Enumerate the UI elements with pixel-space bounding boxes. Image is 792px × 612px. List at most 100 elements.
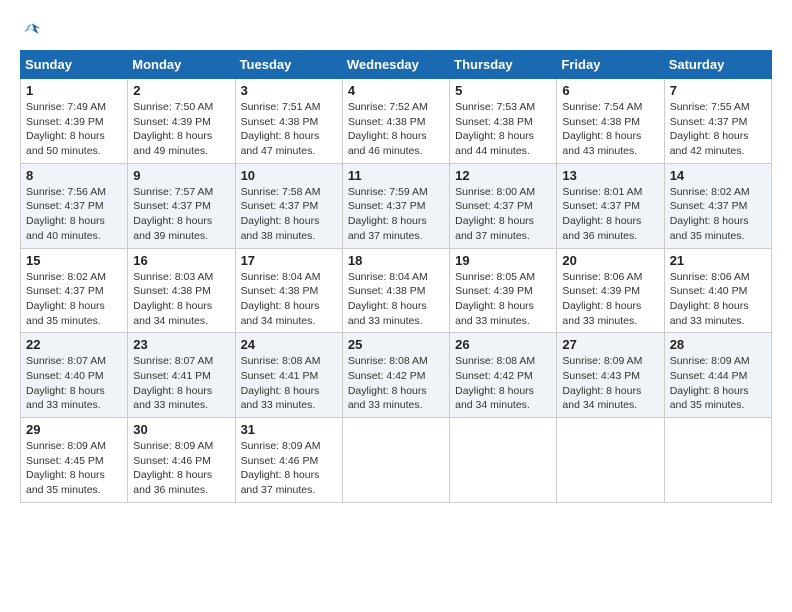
calendar-cell: 8 Sunrise: 7:56 AMSunset: 4:37 PMDayligh… [21,163,128,248]
weekday-header: Thursday [450,51,557,79]
day-number: 25 [348,337,444,352]
day-info: Sunrise: 8:05 AMSunset: 4:39 PMDaylight:… [455,271,535,327]
day-info: Sunrise: 7:56 AMSunset: 4:37 PMDaylight:… [26,186,106,242]
day-info: Sunrise: 8:02 AMSunset: 4:37 PMDaylight:… [670,186,750,242]
day-info: Sunrise: 8:03 AMSunset: 4:38 PMDaylight:… [133,271,213,327]
day-number: 23 [133,337,229,352]
calendar-cell: 3 Sunrise: 7:51 AMSunset: 4:38 PMDayligh… [235,79,342,164]
calendar-body: 1 Sunrise: 7:49 AMSunset: 4:39 PMDayligh… [21,79,772,503]
calendar-header-row: SundayMondayTuesdayWednesdayThursdayFrid… [21,51,772,79]
calendar-cell: 1 Sunrise: 7:49 AMSunset: 4:39 PMDayligh… [21,79,128,164]
calendar-cell: 14 Sunrise: 8:02 AMSunset: 4:37 PMDaylig… [664,163,771,248]
day-number: 4 [348,83,444,98]
calendar-cell: 6 Sunrise: 7:54 AMSunset: 4:38 PMDayligh… [557,79,664,164]
day-number: 6 [562,83,658,98]
day-info: Sunrise: 7:57 AMSunset: 4:37 PMDaylight:… [133,186,213,242]
day-info: Sunrise: 8:08 AMSunset: 4:42 PMDaylight:… [455,355,535,411]
page-header [20,20,772,40]
calendar-week-row: 1 Sunrise: 7:49 AMSunset: 4:39 PMDayligh… [21,79,772,164]
weekday-header: Sunday [21,51,128,79]
day-info: Sunrise: 8:09 AMSunset: 4:44 PMDaylight:… [670,355,750,411]
calendar-cell: 30 Sunrise: 8:09 AMSunset: 4:46 PMDaylig… [128,418,235,503]
calendar-cell: 28 Sunrise: 8:09 AMSunset: 4:44 PMDaylig… [664,333,771,418]
day-number: 9 [133,168,229,183]
day-number: 10 [241,168,337,183]
day-number: 5 [455,83,551,98]
calendar-cell: 31 Sunrise: 8:09 AMSunset: 4:46 PMDaylig… [235,418,342,503]
day-number: 20 [562,253,658,268]
day-number: 31 [241,422,337,437]
calendar-cell: 22 Sunrise: 8:07 AMSunset: 4:40 PMDaylig… [21,333,128,418]
calendar-week-row: 29 Sunrise: 8:09 AMSunset: 4:45 PMDaylig… [21,418,772,503]
day-info: Sunrise: 8:01 AMSunset: 4:37 PMDaylight:… [562,186,642,242]
calendar-cell: 13 Sunrise: 8:01 AMSunset: 4:37 PMDaylig… [557,163,664,248]
day-info: Sunrise: 7:51 AMSunset: 4:38 PMDaylight:… [241,101,321,157]
day-info: Sunrise: 8:08 AMSunset: 4:42 PMDaylight:… [348,355,428,411]
day-info: Sunrise: 8:06 AMSunset: 4:39 PMDaylight:… [562,271,642,327]
day-info: Sunrise: 7:55 AMSunset: 4:37 PMDaylight:… [670,101,750,157]
day-number: 22 [26,337,122,352]
day-info: Sunrise: 8:09 AMSunset: 4:46 PMDaylight:… [241,440,321,496]
day-number: 15 [26,253,122,268]
day-number: 8 [26,168,122,183]
calendar-cell: 26 Sunrise: 8:08 AMSunset: 4:42 PMDaylig… [450,333,557,418]
day-number: 26 [455,337,551,352]
day-number: 11 [348,168,444,183]
calendar-cell: 16 Sunrise: 8:03 AMSunset: 4:38 PMDaylig… [128,248,235,333]
weekday-header: Monday [128,51,235,79]
day-info: Sunrise: 7:54 AMSunset: 4:38 PMDaylight:… [562,101,642,157]
calendar-cell [450,418,557,503]
day-number: 19 [455,253,551,268]
weekday-header: Tuesday [235,51,342,79]
day-number: 2 [133,83,229,98]
calendar-cell: 7 Sunrise: 7:55 AMSunset: 4:37 PMDayligh… [664,79,771,164]
day-info: Sunrise: 7:49 AMSunset: 4:39 PMDaylight:… [26,101,106,157]
weekday-header: Friday [557,51,664,79]
day-number: 13 [562,168,658,183]
logo [20,20,44,40]
calendar-cell: 11 Sunrise: 7:59 AMSunset: 4:37 PMDaylig… [342,163,449,248]
day-info: Sunrise: 8:07 AMSunset: 4:40 PMDaylight:… [26,355,106,411]
calendar-cell: 25 Sunrise: 8:08 AMSunset: 4:42 PMDaylig… [342,333,449,418]
calendar-cell: 12 Sunrise: 8:00 AMSunset: 4:37 PMDaylig… [450,163,557,248]
day-number: 21 [670,253,766,268]
calendar-cell: 20 Sunrise: 8:06 AMSunset: 4:39 PMDaylig… [557,248,664,333]
day-number: 16 [133,253,229,268]
day-number: 30 [133,422,229,437]
day-info: Sunrise: 7:58 AMSunset: 4:37 PMDaylight:… [241,186,321,242]
calendar-cell: 4 Sunrise: 7:52 AMSunset: 4:38 PMDayligh… [342,79,449,164]
day-info: Sunrise: 8:07 AMSunset: 4:41 PMDaylight:… [133,355,213,411]
day-number: 24 [241,337,337,352]
day-number: 7 [670,83,766,98]
day-info: Sunrise: 8:02 AMSunset: 4:37 PMDaylight:… [26,271,106,327]
calendar-week-row: 22 Sunrise: 8:07 AMSunset: 4:40 PMDaylig… [21,333,772,418]
day-number: 14 [670,168,766,183]
day-info: Sunrise: 7:59 AMSunset: 4:37 PMDaylight:… [348,186,428,242]
day-number: 29 [26,422,122,437]
calendar-cell: 19 Sunrise: 8:05 AMSunset: 4:39 PMDaylig… [450,248,557,333]
calendar-cell [664,418,771,503]
day-info: Sunrise: 8:09 AMSunset: 4:45 PMDaylight:… [26,440,106,496]
day-info: Sunrise: 8:06 AMSunset: 4:40 PMDaylight:… [670,271,750,327]
calendar-cell: 24 Sunrise: 8:08 AMSunset: 4:41 PMDaylig… [235,333,342,418]
calendar-cell: 27 Sunrise: 8:09 AMSunset: 4:43 PMDaylig… [557,333,664,418]
logo-bird-icon [22,20,42,40]
calendar-week-row: 15 Sunrise: 8:02 AMSunset: 4:37 PMDaylig… [21,248,772,333]
day-info: Sunrise: 7:50 AMSunset: 4:39 PMDaylight:… [133,101,213,157]
calendar-cell: 9 Sunrise: 7:57 AMSunset: 4:37 PMDayligh… [128,163,235,248]
day-number: 12 [455,168,551,183]
day-info: Sunrise: 8:04 AMSunset: 4:38 PMDaylight:… [348,271,428,327]
calendar-cell [557,418,664,503]
calendar-cell: 29 Sunrise: 8:09 AMSunset: 4:45 PMDaylig… [21,418,128,503]
calendar-cell: 10 Sunrise: 7:58 AMSunset: 4:37 PMDaylig… [235,163,342,248]
weekday-header: Wednesday [342,51,449,79]
calendar-cell [342,418,449,503]
weekday-header: Saturday [664,51,771,79]
calendar-cell: 17 Sunrise: 8:04 AMSunset: 4:38 PMDaylig… [235,248,342,333]
day-info: Sunrise: 7:53 AMSunset: 4:38 PMDaylight:… [455,101,535,157]
day-info: Sunrise: 7:52 AMSunset: 4:38 PMDaylight:… [348,101,428,157]
day-info: Sunrise: 8:09 AMSunset: 4:46 PMDaylight:… [133,440,213,496]
calendar-cell: 2 Sunrise: 7:50 AMSunset: 4:39 PMDayligh… [128,79,235,164]
calendar-cell: 5 Sunrise: 7:53 AMSunset: 4:38 PMDayligh… [450,79,557,164]
calendar-cell: 23 Sunrise: 8:07 AMSunset: 4:41 PMDaylig… [128,333,235,418]
